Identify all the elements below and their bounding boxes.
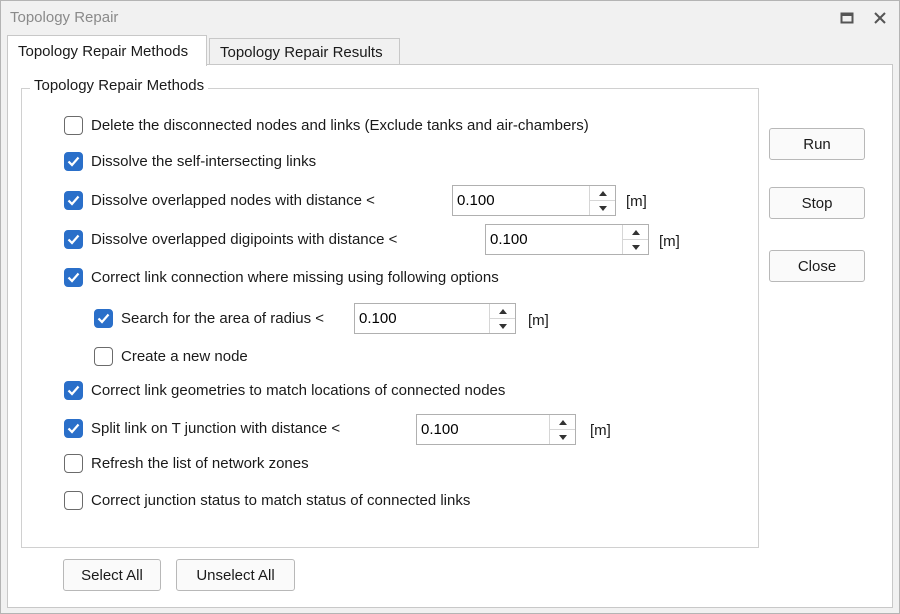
checkbox-correct-link-connection[interactable] (64, 267, 83, 287)
tab-strip: Topology Repair Methods Topology Repair … (7, 35, 893, 66)
checkbox-split-link-t-junction[interactable] (64, 418, 83, 438)
checkbox-dissolve-overlapped-digipoints[interactable] (64, 229, 83, 249)
spin-up-icon[interactable] (623, 225, 648, 240)
stop-button[interactable]: Stop (769, 187, 865, 219)
option-dissolve-overlapped-digipoints[interactable]: Dissolve overlapped digipoints with dist… (64, 228, 397, 250)
option-label: Dissolve the self-intersecting links (91, 152, 317, 170)
checkbox-correct-link-geometries[interactable] (64, 380, 83, 400)
option-correct-link-connection[interactable]: Correct link connection where missing us… (64, 266, 499, 288)
option-split-link-t-junction[interactable]: Split link on T junction with distance < (64, 417, 340, 439)
option-label: Search for the area of radius < (121, 309, 325, 327)
option-dissolve-self-intersecting[interactable]: Dissolve the self-intersecting links (64, 150, 316, 172)
t-junction-distance-input[interactable] (417, 415, 549, 444)
spin-down-icon[interactable] (490, 319, 515, 333)
title-bar: Topology Repair (1, 1, 899, 35)
spin-down-icon[interactable] (590, 201, 615, 215)
option-label: Create a new node (121, 347, 248, 365)
tab-page-methods: Topology Repair Methods Delete the disco… (7, 64, 893, 608)
checkbox-create-new-node[interactable] (94, 346, 113, 366)
checkbox-search-radius[interactable] (94, 308, 113, 328)
unit-label: [m] (626, 193, 647, 210)
option-label: Correct junction status to match status … (91, 491, 471, 509)
overlapped-nodes-distance-input[interactable] (453, 186, 589, 215)
checkmark-icon (67, 385, 80, 396)
option-label: Refresh the list of network zones (91, 454, 309, 472)
run-button[interactable]: Run (769, 128, 865, 160)
option-dissolve-overlapped-nodes[interactable]: Dissolve overlapped nodes with distance … (64, 189, 375, 211)
option-create-new-node[interactable]: Create a new node (94, 345, 248, 367)
search-radius-input[interactable] (355, 304, 489, 333)
checkmark-icon (67, 156, 80, 167)
spin-up-icon[interactable] (550, 415, 575, 430)
option-label: Split link on T junction with distance < (91, 419, 341, 437)
spin-down-icon[interactable] (550, 430, 575, 444)
option-label: Delete the disconnected nodes and links … (91, 116, 589, 134)
window-title: Topology Repair (10, 9, 119, 26)
unselect-all-button[interactable]: Unselect All (176, 559, 295, 591)
select-all-button[interactable]: Select All (63, 559, 161, 591)
close-icon[interactable] (869, 7, 891, 29)
checkbox-dissolve-overlapped-nodes[interactable] (64, 190, 83, 210)
topology-repair-window: Topology Repair Topology Repair Methods … (0, 0, 900, 614)
checkbox-correct-junction-status[interactable] (64, 490, 83, 510)
option-correct-link-geometries[interactable]: Correct link geometries to match locatio… (64, 379, 505, 401)
checkmark-icon (67, 195, 80, 206)
checkbox-dissolve-self-intersecting[interactable] (64, 151, 83, 171)
spin-down-icon[interactable] (623, 240, 648, 254)
spin-up-icon[interactable] (590, 186, 615, 201)
checkbox-delete-disconnected[interactable] (64, 115, 83, 135)
option-label: Correct link geometries to match locatio… (91, 381, 506, 399)
option-label: Dissolve overlapped nodes with distance … (91, 191, 375, 209)
search-radius-stepper[interactable] (354, 303, 516, 334)
checkmark-icon (67, 234, 80, 245)
checkmark-icon (67, 272, 80, 283)
overlapped-digipoints-distance-stepper[interactable] (485, 224, 649, 255)
tab-topology-repair-methods[interactable]: Topology Repair Methods (7, 35, 207, 66)
overlapped-nodes-distance-stepper[interactable] (452, 185, 616, 216)
option-label: Correct link connection where missing us… (91, 268, 499, 286)
option-refresh-network-zones[interactable]: Refresh the list of network zones (64, 452, 309, 474)
tab-topology-repair-results[interactable]: Topology Repair Results (209, 38, 400, 65)
t-junction-distance-stepper[interactable] (416, 414, 576, 445)
option-correct-junction-status[interactable]: Correct junction status to match status … (64, 489, 470, 511)
unit-label: [m] (659, 233, 680, 250)
option-search-radius[interactable]: Search for the area of radius < (94, 307, 324, 329)
checkmark-icon (67, 423, 80, 434)
checkbox-refresh-network-zones[interactable] (64, 453, 83, 473)
spin-up-icon[interactable] (490, 304, 515, 319)
unit-label: [m] (528, 312, 549, 329)
unit-label: [m] (590, 422, 611, 439)
overlapped-digipoints-distance-input[interactable] (486, 225, 622, 254)
option-label: Dissolve overlapped digipoints with dist… (91, 230, 398, 248)
maximize-icon[interactable] (836, 7, 858, 29)
option-delete-disconnected[interactable]: Delete the disconnected nodes and links … (64, 114, 589, 136)
checkmark-icon (97, 313, 110, 324)
close-button[interactable]: Close (769, 250, 865, 282)
group-title: Topology Repair Methods (30, 77, 209, 94)
